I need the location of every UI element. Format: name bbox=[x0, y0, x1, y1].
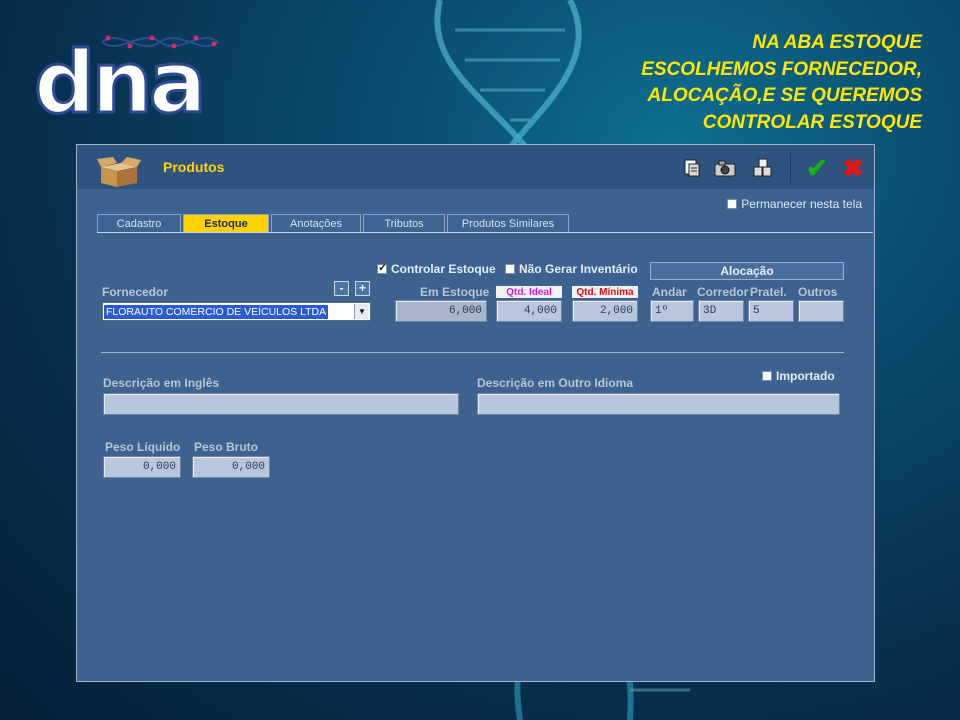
andar-label: Andar bbox=[652, 285, 687, 299]
checkbox-box[interactable] bbox=[505, 264, 515, 274]
em-estoque-field: 6,000 bbox=[395, 300, 487, 322]
logo-text: dna bbox=[33, 33, 209, 133]
caption-line: CONTROLAR ESTOQUE bbox=[702, 111, 922, 133]
qtd-ideal-field[interactable]: 4,000 bbox=[496, 300, 562, 322]
caption-line: NA ABA ESTOQUE bbox=[752, 32, 922, 53]
nao-gerar-inventario-label: Não Gerar Inventário bbox=[519, 262, 638, 276]
permanecer-nesta-tela-checkbox[interactable]: Permanecer nesta tela bbox=[727, 197, 862, 211]
checkbox-box[interactable] bbox=[762, 371, 772, 381]
fornecedor-add-button[interactable]: + bbox=[355, 281, 370, 296]
fornecedor-label: Fornecedor bbox=[102, 285, 169, 299]
tab-bar: Cadastro Estoque Anotações Tributos Prod… bbox=[97, 214, 571, 232]
controlar-estoque-label: Controlar Estoque bbox=[391, 262, 496, 276]
clipboard-icon[interactable] bbox=[679, 155, 705, 181]
peso-bruto-field[interactable]: 0,000 bbox=[192, 456, 270, 478]
qtd-minima-field[interactable]: 2,000 bbox=[572, 300, 638, 322]
peso-liquido-label: Peso Líquido bbox=[105, 440, 181, 454]
peso-bruto-label: Peso Bruto bbox=[194, 440, 259, 454]
tab-underline bbox=[97, 232, 873, 233]
em-estoque-label: Em Estoque bbox=[420, 285, 490, 299]
produtos-window: Produtos ✔ ✖ Permanecer nesta tela Cadas… bbox=[76, 144, 875, 682]
section-divider bbox=[101, 352, 844, 353]
permanecer-label: Permanecer nesta tela bbox=[741, 197, 862, 211]
andar-field[interactable]: 1º bbox=[650, 300, 694, 322]
dna-logo: dna bbox=[33, 24, 224, 134]
tab-produtos-similares[interactable]: Produtos Similares bbox=[447, 214, 569, 232]
importado-checkbox[interactable]: Importado bbox=[762, 369, 835, 383]
close-x-icon[interactable]: ✖ bbox=[840, 155, 866, 181]
descricao-ingles-field[interactable] bbox=[103, 393, 459, 415]
alocacao-header: Alocação bbox=[650, 262, 844, 280]
fornecedor-remove-button[interactable]: - bbox=[334, 281, 349, 296]
fornecedor-select[interactable]: FLORAUTO COMERCIO DE VEÍCULOS LTDA ▼ bbox=[102, 302, 371, 321]
qtd-ideal-label: Qtd. Ideal bbox=[496, 286, 562, 298]
outros-label: Outros bbox=[798, 285, 838, 299]
qtd-minima-label: Qtd. Mínima bbox=[572, 286, 638, 298]
descricao-outro-idioma-field[interactable] bbox=[477, 393, 840, 415]
caption-line: ALOCAÇÃO,E SE QUEREMOS bbox=[647, 85, 922, 106]
nao-gerar-inventario-checkbox[interactable]: Não Gerar Inventário bbox=[505, 262, 638, 276]
window-titlebar: Produtos ✔ ✖ bbox=[77, 145, 874, 189]
caption-line: ESCOLHEMOS FORNECEDOR, bbox=[641, 58, 922, 80]
checkbox-box[interactable] bbox=[377, 261, 387, 274]
outros-field[interactable] bbox=[798, 300, 844, 322]
tab-anotacoes[interactable]: Anotações bbox=[271, 214, 361, 232]
descricao-outro-idioma-label: Descrição em Outro Idioma bbox=[477, 376, 634, 390]
tab-cadastro[interactable]: Cadastro bbox=[97, 214, 181, 232]
chevron-down-icon[interactable]: ▼ bbox=[354, 304, 369, 319]
corredor-field[interactable]: 3D bbox=[698, 300, 744, 322]
box-icon bbox=[97, 157, 141, 187]
prateleira-label: Pratel. bbox=[750, 285, 787, 299]
camera-icon[interactable] bbox=[712, 155, 738, 181]
peso-liquido-field[interactable]: 0,000 bbox=[103, 456, 181, 478]
controlar-estoque-checkbox[interactable]: Controlar Estoque bbox=[377, 261, 496, 276]
slide-caption: NA ABA ESTOQUE ESCOLHEMOS FORNECEDOR, AL… bbox=[641, 30, 922, 136]
fornecedor-value: FLORAUTO COMERCIO DE VEÍCULOS LTDA bbox=[104, 304, 329, 319]
importado-label: Importado bbox=[776, 369, 835, 383]
tab-estoque[interactable]: Estoque bbox=[183, 214, 269, 232]
prateleira-field[interactable]: 5 bbox=[748, 300, 794, 322]
tab-tributos[interactable]: Tributos bbox=[363, 214, 445, 232]
boxes-icon[interactable] bbox=[750, 155, 776, 181]
descricao-ingles-label: Descrição em Inglês bbox=[103, 376, 220, 390]
toolbar-separator bbox=[790, 153, 791, 183]
checkbox-box[interactable] bbox=[727, 199, 738, 209]
confirm-check-icon[interactable]: ✔ bbox=[804, 155, 830, 181]
corredor-label: Corredor bbox=[697, 285, 749, 299]
window-title: Produtos bbox=[163, 159, 225, 175]
